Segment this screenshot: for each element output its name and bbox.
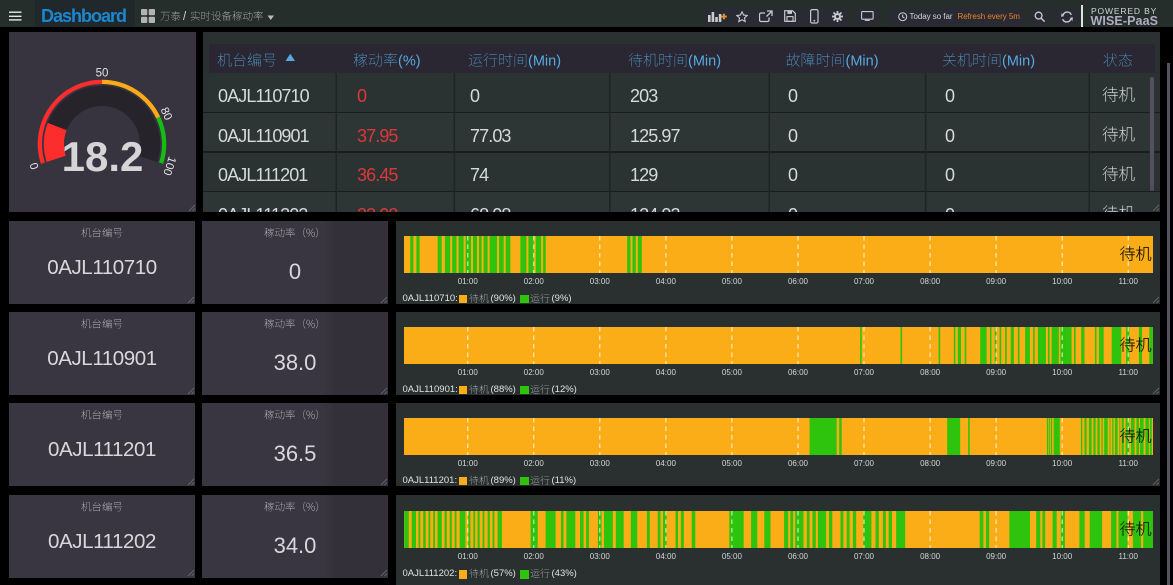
svg-text:04:00: 04:00 — [656, 552, 677, 561]
svg-text:04:00: 04:00 — [656, 459, 677, 468]
svg-text:06:00: 06:00 — [788, 459, 809, 468]
svg-text:10:00: 10:00 — [1052, 368, 1073, 377]
svg-text:04:00: 04:00 — [656, 368, 677, 377]
svg-text:03:00: 03:00 — [590, 277, 611, 286]
svg-text:03:00: 03:00 — [590, 552, 611, 561]
svg-text:07:00: 07:00 — [854, 277, 875, 286]
svg-text:11:00: 11:00 — [1118, 459, 1138, 468]
svg-text:01:00: 01:00 — [458, 368, 479, 377]
svg-text:06:00: 06:00 — [788, 277, 809, 286]
svg-text:07:00: 07:00 — [854, 459, 875, 468]
svg-text:01:00: 01:00 — [458, 277, 479, 286]
svg-text:05:00: 05:00 — [722, 277, 743, 286]
svg-text:09:00: 09:00 — [986, 459, 1007, 468]
svg-text:08:00: 08:00 — [920, 552, 941, 561]
svg-text:05:00: 05:00 — [722, 459, 743, 468]
svg-text:11:00: 11:00 — [1118, 552, 1138, 561]
svg-text:04:00: 04:00 — [656, 277, 677, 286]
svg-text:06:00: 06:00 — [788, 368, 809, 377]
svg-text:07:00: 07:00 — [854, 368, 875, 377]
svg-text:08:00: 08:00 — [920, 277, 941, 286]
svg-text:02:00: 02:00 — [524, 368, 545, 377]
svg-text:02:00: 02:00 — [524, 459, 545, 468]
svg-text:10:00: 10:00 — [1052, 552, 1073, 561]
svg-text:06:00: 06:00 — [788, 552, 809, 561]
svg-text:09:00: 09:00 — [986, 368, 1007, 377]
svg-text:50: 50 — [96, 68, 109, 80]
svg-text:10:00: 10:00 — [1052, 277, 1073, 286]
svg-text:05:00: 05:00 — [722, 368, 743, 377]
svg-text:01:00: 01:00 — [458, 459, 479, 468]
svg-text:11:00: 11:00 — [1118, 368, 1138, 377]
svg-text:10:00: 10:00 — [1052, 459, 1073, 468]
svg-text:02:00: 02:00 — [524, 552, 545, 561]
svg-text:01:00: 01:00 — [458, 552, 479, 561]
svg-text:08:00: 08:00 — [920, 368, 941, 377]
svg-text:05:00: 05:00 — [722, 552, 743, 561]
svg-text:/: / — [183, 11, 187, 23]
svg-text:07:00: 07:00 — [854, 552, 875, 561]
svg-text:08:00: 08:00 — [920, 459, 941, 468]
svg-text:09:00: 09:00 — [986, 277, 1007, 286]
svg-text:03:00: 03:00 — [590, 459, 611, 468]
svg-text:02:00: 02:00 — [524, 277, 545, 286]
svg-text:09:00: 09:00 — [986, 552, 1007, 561]
svg-text:11:00: 11:00 — [1118, 277, 1138, 286]
svg-text:03:00: 03:00 — [590, 368, 611, 377]
